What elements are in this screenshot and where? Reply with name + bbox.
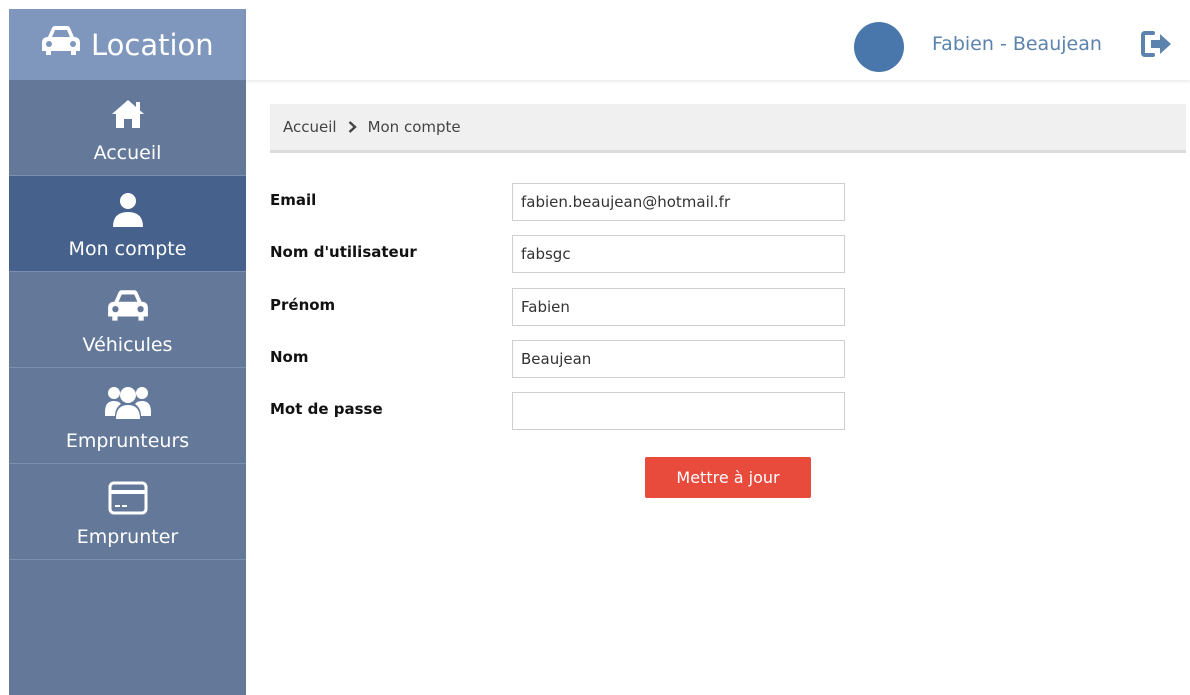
username-field[interactable] <box>512 235 845 273</box>
sidebar-item-label: Mon compte <box>68 237 187 260</box>
car-icon <box>106 284 150 328</box>
sidebar-item-vehicules[interactable]: Véhicules <box>9 272 246 368</box>
sidebar: Location Accueil Mon compte Véhicules Em… <box>9 9 246 695</box>
brand[interactable]: Location <box>9 9 246 80</box>
form-row-lastname: Nom <box>270 340 850 378</box>
username-label: Nom d'utilisateur <box>270 243 417 261</box>
update-button[interactable]: Mettre à jour <box>645 457 811 498</box>
sidebar-item-mon-compte[interactable]: Mon compte <box>9 176 246 272</box>
sidebar-item-emprunter[interactable]: Emprunter <box>9 464 246 560</box>
chevron-right-icon <box>348 121 357 133</box>
sidebar-item-label: Véhicules <box>82 333 173 356</box>
user-icon <box>111 188 145 232</box>
breadcrumb-item-accueil[interactable]: Accueil <box>283 118 337 136</box>
email-field[interactable] <box>512 183 845 221</box>
form-row-firstname: Prénom <box>270 288 850 326</box>
firstname-label: Prénom <box>270 296 336 314</box>
password-field[interactable] <box>512 392 845 430</box>
sidebar-item-emprunteurs[interactable]: Emprunteurs <box>9 368 246 464</box>
home-icon <box>111 92 145 136</box>
form-row-email: Email <box>270 183 850 221</box>
logout-icon[interactable] <box>1141 31 1173 61</box>
breadcrumb: Accueil Mon compte <box>270 104 1186 153</box>
sidebar-item-label: Emprunter <box>76 525 179 548</box>
avatar[interactable] <box>854 22 904 72</box>
brand-title: Location <box>91 27 214 62</box>
car-icon <box>40 25 91 64</box>
top-bar: Fabien - Beaujean <box>246 9 1190 80</box>
form-row-username: Nom d'utilisateur <box>270 235 850 273</box>
email-label: Email <box>270 191 317 209</box>
lastname-label: Nom <box>270 348 309 366</box>
firstname-field[interactable] <box>512 288 845 326</box>
sidebar-item-label: Accueil <box>93 141 162 164</box>
sidebar-item-accueil[interactable]: Accueil <box>9 80 246 176</box>
lastname-field[interactable] <box>512 340 845 378</box>
password-label: Mot de passe <box>270 400 383 418</box>
breadcrumb-item-mon-compte: Mon compte <box>367 118 461 136</box>
sidebar-item-label: Emprunteurs <box>65 429 190 452</box>
card-icon <box>108 476 148 520</box>
user-name[interactable]: Fabien - Beaujean <box>932 33 1102 55</box>
users-icon <box>104 380 151 424</box>
form-row-password: Mot de passe <box>270 392 850 430</box>
